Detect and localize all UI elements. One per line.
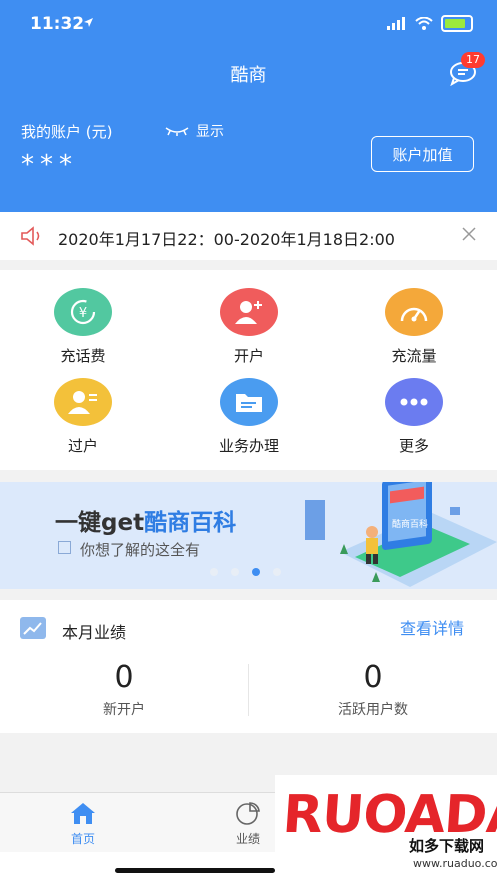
notice-bar: 2020年1月17日22：00-2020年1月18日2:00 — [0, 212, 497, 260]
recharge-button[interactable]: 账户加值 — [371, 136, 474, 172]
service-transfer[interactable]: 过户 — [23, 378, 143, 456]
service-label: 更多 — [398, 437, 429, 455]
close-icon[interactable] — [460, 225, 478, 243]
pie-chart-icon — [236, 802, 260, 825]
account-label: 我的账户 (元) — [21, 123, 113, 141]
account-balance: *** — [21, 150, 78, 180]
show-balance-toggle[interactable]: 显示 — [164, 121, 224, 141]
book-icon — [58, 541, 71, 554]
status-indicators — [387, 15, 473, 32]
watermark-sub: 如多下载网 — [409, 837, 485, 855]
home-icon — [71, 803, 95, 824]
folder-icon — [220, 378, 278, 426]
more-dots-icon — [385, 378, 443, 426]
eye-closed-icon — [165, 127, 189, 136]
banner-title-highlight: 酷商百科 — [144, 510, 237, 536]
service-open-account[interactable]: 开户 — [189, 288, 309, 366]
speedometer-icon — [385, 288, 443, 336]
stat-label: 新开户 — [103, 702, 145, 718]
service-business[interactable]: 业务办理 — [189, 378, 309, 456]
banner-sign-text: 酷商百科 — [392, 518, 428, 530]
view-details-link[interactable]: 查看详情 — [400, 615, 464, 639]
svg-text:¥: ¥ — [79, 306, 87, 321]
service-label: 充流量 — [391, 347, 437, 365]
service-more[interactable]: 更多 — [354, 378, 474, 456]
trend-chart-icon — [20, 617, 46, 639]
service-label: 充话费 — [60, 347, 106, 365]
stat-active-users: 0 活跃用户数 — [249, 660, 497, 719]
banner-title-prefix: 一键get — [55, 510, 145, 536]
location-icon — [84, 18, 93, 27]
service-recharge-phone[interactable]: ¥ 充话费 — [23, 288, 143, 366]
tab-home[interactable]: 首页 — [43, 801, 123, 847]
pagination-dot[interactable] — [231, 568, 239, 576]
stat-new-accounts: 0 新开户 — [0, 660, 248, 719]
service-label: 开户 — [233, 347, 264, 365]
watermark-url: www.ruaduo.com — [413, 857, 497, 870]
speaker-icon — [21, 226, 40, 246]
status-time: 11:32 — [30, 14, 85, 34]
banner-illustration: 酷商百科 — [305, 482, 497, 587]
message-count-badge: 17 — [461, 52, 485, 68]
banner-title: 一键get酷商百科 — [55, 503, 236, 537]
add-user-icon — [220, 288, 278, 336]
service-grid: ¥ 充话费 开户 充流量 过户 业务办理 更多 — [0, 270, 497, 470]
banner-pagination — [210, 568, 281, 576]
home-indicator[interactable] — [115, 868, 275, 873]
header: 11:32 酷商 17 我的账户 (元) 显示 *** 账户加值 — [0, 0, 497, 212]
banner-subtitle: 你想了解的这全有 — [80, 541, 201, 559]
pagination-dot[interactable] — [273, 568, 281, 576]
stat-label: 活跃用户数 — [338, 702, 408, 718]
wifi-icon — [415, 17, 433, 30]
messages-button[interactable]: 17 — [448, 52, 485, 88]
service-label: 过户 — [67, 437, 98, 455]
notice-text: 2020年1月17日22：00-2020年1月18日2:00 — [58, 230, 395, 249]
service-label: 业务办理 — [218, 437, 279, 455]
page-title: 酷商 — [230, 65, 267, 86]
battery-icon — [441, 15, 473, 32]
pagination-dot-active[interactable] — [252, 568, 260, 576]
status-bar: 11:32 — [0, 0, 497, 48]
service-recharge-data[interactable]: 充流量 — [354, 288, 474, 366]
show-label: 显示 — [196, 124, 224, 140]
signal-icon — [387, 17, 405, 30]
pagination-dot[interactable] — [210, 568, 218, 576]
stat-divider — [248, 664, 249, 716]
transfer-user-icon — [54, 378, 112, 426]
stat-value: 0 — [363, 660, 383, 695]
stat-value: 0 — [114, 660, 134, 695]
yen-refresh-icon: ¥ — [54, 288, 112, 336]
performance-title: 本月业绩 — [62, 623, 127, 642]
watermark-logo: RUOADAO 如多下载网 www.ruaduo.com — [275, 775, 497, 883]
tab-label: 首页 — [70, 832, 95, 846]
